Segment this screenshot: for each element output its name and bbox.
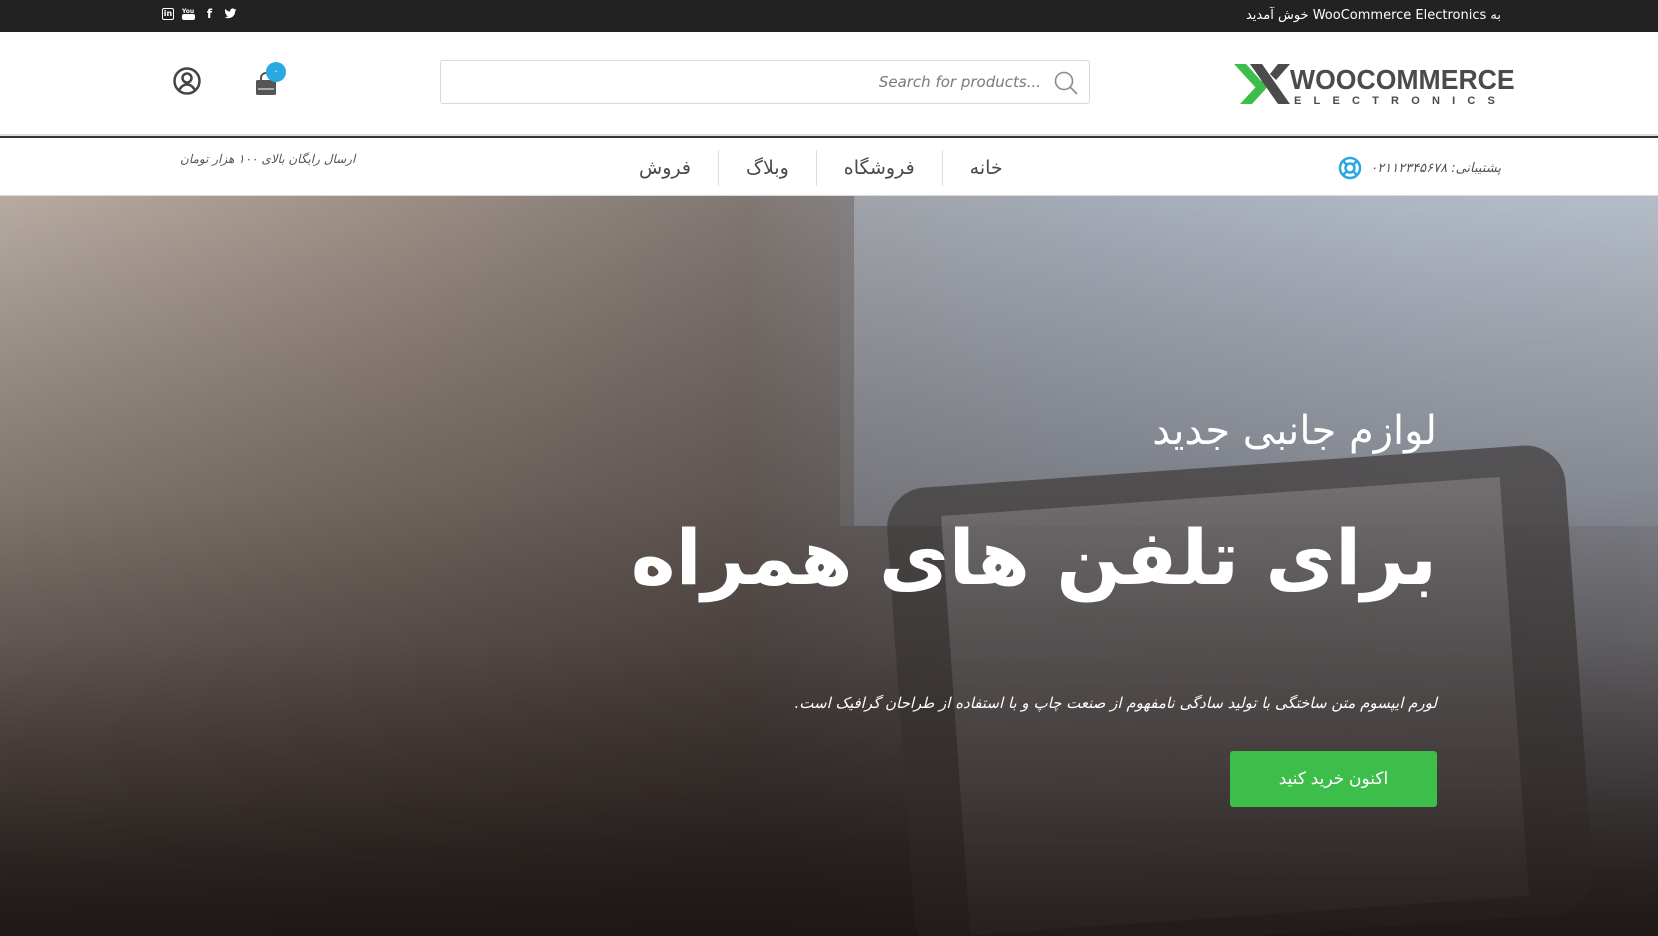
cart-button[interactable]: ۰ bbox=[252, 62, 290, 96]
support-phone: پشتیبانی: ۰۲۱۱۲۳۴۵۶۷۸ bbox=[1370, 160, 1501, 176]
lifebuoy-icon bbox=[1339, 156, 1362, 180]
cart-count-badge: ۰ bbox=[266, 62, 286, 82]
free-shipping-note: ارسال رایگان بالای ۱۰۰ هزار تومان bbox=[180, 152, 356, 166]
facebook-icon[interactable]: f bbox=[203, 7, 216, 21]
support-info: پشتیبانی: ۰۲۱۱۲۳۴۵۶۷۸ bbox=[1338, 156, 1501, 180]
nav-item-shop[interactable]: فروشگاه bbox=[815, 150, 942, 186]
nav-item-home[interactable]: خانه bbox=[941, 150, 1030, 186]
nav-menu: خانه فروشگاه وبلاگ فروش bbox=[612, 150, 1030, 186]
hero-subtitle: لوازم جانبی جدید bbox=[1152, 408, 1437, 454]
site-header: ۰ WOOCOMMERCE ELECTRONICS bbox=[0, 32, 1658, 136]
hero-banner: لوازم جانبی جدید برای تلفن های همراه لور… bbox=[0, 196, 1658, 936]
twitter-icon[interactable] bbox=[224, 7, 237, 21]
logo-mark-icon bbox=[1234, 64, 1290, 104]
linkedin-icon[interactable]: in bbox=[162, 8, 174, 20]
hero-title: برای تلفن های همراه bbox=[630, 513, 1437, 602]
nav-item-blog[interactable]: وبلاگ bbox=[717, 150, 816, 186]
account-icon[interactable] bbox=[172, 66, 202, 96]
welcome-message: به WooCommerce Electronics خوش آمدید bbox=[1245, 8, 1501, 23]
main-navigation: ارسال رایگان بالای ۱۰۰ هزار تومان خانه ف… bbox=[0, 138, 1658, 196]
product-search bbox=[440, 60, 1090, 104]
shop-now-button[interactable]: اکنون خرید کنید bbox=[1230, 751, 1437, 807]
youtube-icon[interactable]: You bbox=[181, 7, 195, 21]
social-links: in You f bbox=[162, 7, 237, 21]
logo-subtitle: ELECTRONICS bbox=[1294, 95, 1508, 107]
logo-title: WOOCOMMERCE bbox=[1290, 64, 1515, 95]
search-input[interactable] bbox=[451, 61, 1041, 103]
svg-text:You: You bbox=[182, 8, 194, 15]
top-bar: in You f به WooCommerce Electronics خوش … bbox=[0, 0, 1658, 32]
nav-item-sale[interactable]: فروش bbox=[612, 150, 718, 186]
hero-description: لورم ایپسوم متن ساختگی با تولید سادگی نا… bbox=[794, 694, 1437, 712]
site-logo[interactable]: WOOCOMMERCE ELECTRONICS bbox=[1232, 62, 1515, 107]
search-icon[interactable] bbox=[1053, 70, 1079, 96]
